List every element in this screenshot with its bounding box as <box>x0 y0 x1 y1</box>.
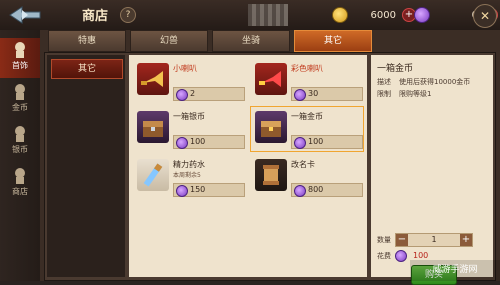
knight-icon <box>15 168 25 184</box>
silver-chest-icon <box>137 111 169 143</box>
purple-gem-icon <box>414 7 430 23</box>
tab-other[interactable]: 其它 <box>294 30 372 52</box>
quantity-stepper[interactable]: − 1 + <box>395 233 473 247</box>
item-price: 100 <box>291 135 363 149</box>
top-bar: 商店 ? 6000 + 0 + ✕ <box>0 0 500 31</box>
item-price: 100 <box>173 135 245 149</box>
price-value: 30 <box>308 89 319 98</box>
purple-gem-icon <box>176 185 188 197</box>
cost-label: 花费 <box>377 252 391 260</box>
sidebar-item-1[interactable]: 金币 <box>0 80 40 120</box>
purple-gem-icon <box>176 137 188 149</box>
increase-button[interactable]: + <box>460 234 472 246</box>
item-price: 30 <box>291 87 363 101</box>
shop-item[interactable]: 彩色喇叭 30 <box>251 59 363 103</box>
sidebar: 首饰 金币 银币 商店 <box>0 30 41 281</box>
item-name: 精力药水 <box>173 160 205 169</box>
category-list: 其它 <box>47 55 125 277</box>
price-value: 2 <box>190 89 196 98</box>
sidebar-item-label: 首饰 <box>12 61 28 70</box>
back-arrow-icon <box>9 6 41 24</box>
rename-card-icon <box>255 159 287 191</box>
shop-item[interactable]: 改名卡 800 <box>251 155 363 199</box>
item-price: 150 <box>173 183 245 197</box>
resource-gold: 6000 + <box>332 7 416 23</box>
blurred-area <box>248 4 288 26</box>
item-name: 一箱金币 <box>291 112 323 121</box>
purple-gem-icon <box>395 250 407 262</box>
page-title: 商店 <box>82 9 109 24</box>
knight-icon <box>15 84 25 100</box>
shop-item[interactable]: 一箱银币 100 <box>133 107 245 151</box>
knight-icon <box>15 126 25 142</box>
cost-value: 100 <box>413 251 429 260</box>
shop-panel: 特惠 幻兽 坐骑 其它 其它 小喇叭 2 彩色喇叭 30 一箱银币 100 一箱… <box>40 30 500 285</box>
purple-gem-icon <box>294 137 306 149</box>
tab-mounts[interactable]: 坐骑 <box>212 30 290 52</box>
detail-title: 一箱金币 <box>377 64 414 74</box>
watermark: 威游手游网 <box>410 260 500 281</box>
quantity-label: 数量 <box>377 236 391 244</box>
sidebar-item-label: 商店 <box>12 187 28 196</box>
sidebar-item-label: 银币 <box>12 145 28 154</box>
item-name: 改名卡 <box>291 160 315 169</box>
detail-limit-value: 限购等级1 <box>399 90 432 98</box>
shop-item[interactable]: 精力药水 本周剩余5 150 <box>133 155 245 199</box>
detail-desc-value: 使用后获得10000金币 <box>399 78 471 86</box>
price-value: 100 <box>308 137 324 146</box>
item-detail-panel: 一箱金币 描述 使用后获得10000金币 限制 限购等级1 数量 − 1 + 花… <box>371 55 493 285</box>
help-button[interactable]: ? <box>120 7 136 23</box>
purple-gem-icon <box>294 89 306 101</box>
small-horn-icon <box>137 63 169 95</box>
color-horn-icon <box>255 63 287 95</box>
sidebar-item-2[interactable]: 银币 <box>0 122 40 162</box>
item-limit: 本周剩余5 <box>173 172 201 179</box>
item-price: 2 <box>173 87 245 101</box>
tab-beasts[interactable]: 幻兽 <box>130 30 208 52</box>
content-area: 其它 小喇叭 2 彩色喇叭 30 一箱银币 100 一箱金币 100 精力药水 … <box>44 52 496 285</box>
sidebar-item-3[interactable]: 商店 <box>0 164 40 204</box>
item-name: 彩色喇叭 <box>291 64 323 73</box>
potion-icon <box>137 159 169 191</box>
close-button[interactable]: ✕ <box>473 4 497 28</box>
purple-gem-icon <box>176 89 188 101</box>
shop-item[interactable]: 一箱金币 100 <box>250 106 364 152</box>
sidebar-item-label: 金币 <box>12 103 28 112</box>
gold-value: 6000 <box>370 9 396 21</box>
gold-chest-icon <box>255 111 287 143</box>
item-name: 一箱银币 <box>173 112 205 121</box>
detail-desc-label: 描述 <box>377 78 391 86</box>
price-value: 800 <box>308 185 324 194</box>
tab-special[interactable]: 特惠 <box>48 30 126 52</box>
item-name: 小喇叭 <box>173 64 197 73</box>
detail-limit-label: 限制 <box>377 90 391 98</box>
price-value: 100 <box>190 137 206 146</box>
category-other[interactable]: 其它 <box>51 59 123 79</box>
gold-coin-icon <box>332 7 348 23</box>
shop-item[interactable]: 小喇叭 2 <box>133 59 245 103</box>
knight-icon <box>15 42 25 58</box>
item-price: 800 <box>291 183 363 197</box>
price-value: 150 <box>190 185 206 194</box>
purple-gem-icon <box>294 185 306 197</box>
back-button[interactable] <box>4 2 46 28</box>
item-grid: 小喇叭 2 彩色喇叭 30 一箱银币 100 一箱金币 100 精力药水 本周剩… <box>129 55 367 277</box>
sidebar-item-0[interactable]: 首饰 <box>0 38 40 78</box>
